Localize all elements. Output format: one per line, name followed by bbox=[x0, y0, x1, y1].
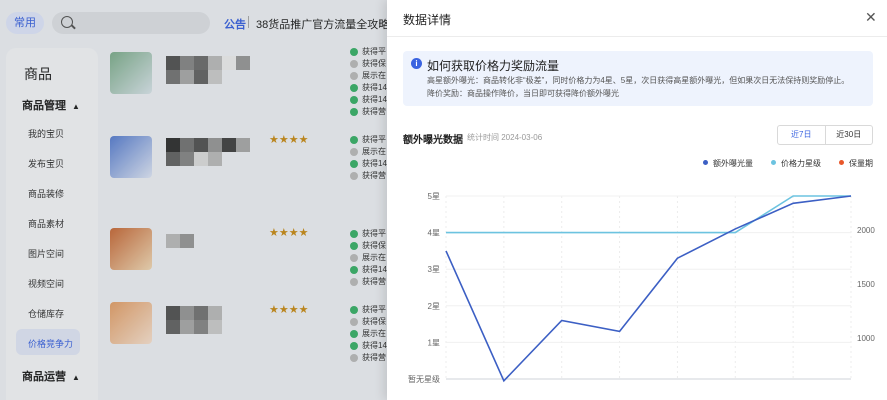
legend-dot bbox=[703, 160, 708, 165]
y-axis-right-tick: 1500 bbox=[857, 280, 875, 289]
legend-dot bbox=[771, 160, 776, 165]
info-line-price-drop: 降价奖励：商品操作降价，当日即可获得降价额外曝光 bbox=[427, 89, 619, 98]
divider bbox=[387, 36, 887, 37]
y-axis-left-tick: 4星 bbox=[428, 229, 440, 238]
y-axis-left-tick: 2星 bbox=[428, 302, 440, 311]
info-icon: i bbox=[411, 58, 422, 69]
legend-price-star[interactable]: 价格力星级 bbox=[771, 158, 821, 169]
legend-guarantee-period[interactable]: 保量期 bbox=[839, 158, 873, 169]
data-detail-drawer: 数据详情 ✕ i 如何获取价格力奖励流量 高星额外曝光：商品转化非“极差”，同时… bbox=[387, 0, 887, 400]
exposure-line-chart: 暂无星级 1星 2星 3星 4星 5星 1000 1500 2000 bbox=[408, 192, 875, 384]
y-axis-left-tick: 3星 bbox=[428, 265, 440, 274]
legend-label: 保量期 bbox=[849, 159, 873, 168]
legend-label: 额外曝光量 bbox=[713, 159, 753, 168]
y-axis-left-tick: 5星 bbox=[428, 192, 440, 201]
date-range-toggle: 近7日 近30日 bbox=[777, 125, 873, 145]
stat-time: 统计时间 2024-03-06 bbox=[467, 133, 543, 142]
range-7-days[interactable]: 近7日 bbox=[778, 126, 826, 144]
close-icon[interactable]: ✕ bbox=[865, 10, 877, 24]
range-30-days[interactable]: 近30日 bbox=[826, 126, 873, 144]
info-line-exposure: 高星额外曝光：商品转化非“极差”，同时价格力为4星、5星，次日获得高星额外曝光，… bbox=[427, 76, 850, 85]
y-axis-left-tick: 暂无星级 bbox=[408, 374, 440, 384]
series-line-exposure bbox=[445, 195, 852, 383]
section-title: 额外曝光数据 bbox=[403, 135, 463, 146]
info-title: 如何获取价格力奖励流量 bbox=[427, 59, 560, 73]
y-axis-right-tick: 1000 bbox=[857, 334, 875, 343]
drawer-title: 数据详情 bbox=[403, 13, 452, 27]
y-axis-right-tick: 2000 bbox=[857, 226, 875, 235]
y-axis-left-tick: 1星 bbox=[428, 338, 440, 347]
series-line-price-star bbox=[446, 195, 851, 234]
legend-label: 价格力星级 bbox=[781, 159, 821, 168]
legend-exposure[interactable]: 额外曝光量 bbox=[703, 158, 753, 169]
info-banner: i 如何获取价格力奖励流量 高星额外曝光：商品转化非“极差”，同时价格力为4星、… bbox=[403, 51, 873, 106]
legend-dot bbox=[839, 160, 844, 165]
